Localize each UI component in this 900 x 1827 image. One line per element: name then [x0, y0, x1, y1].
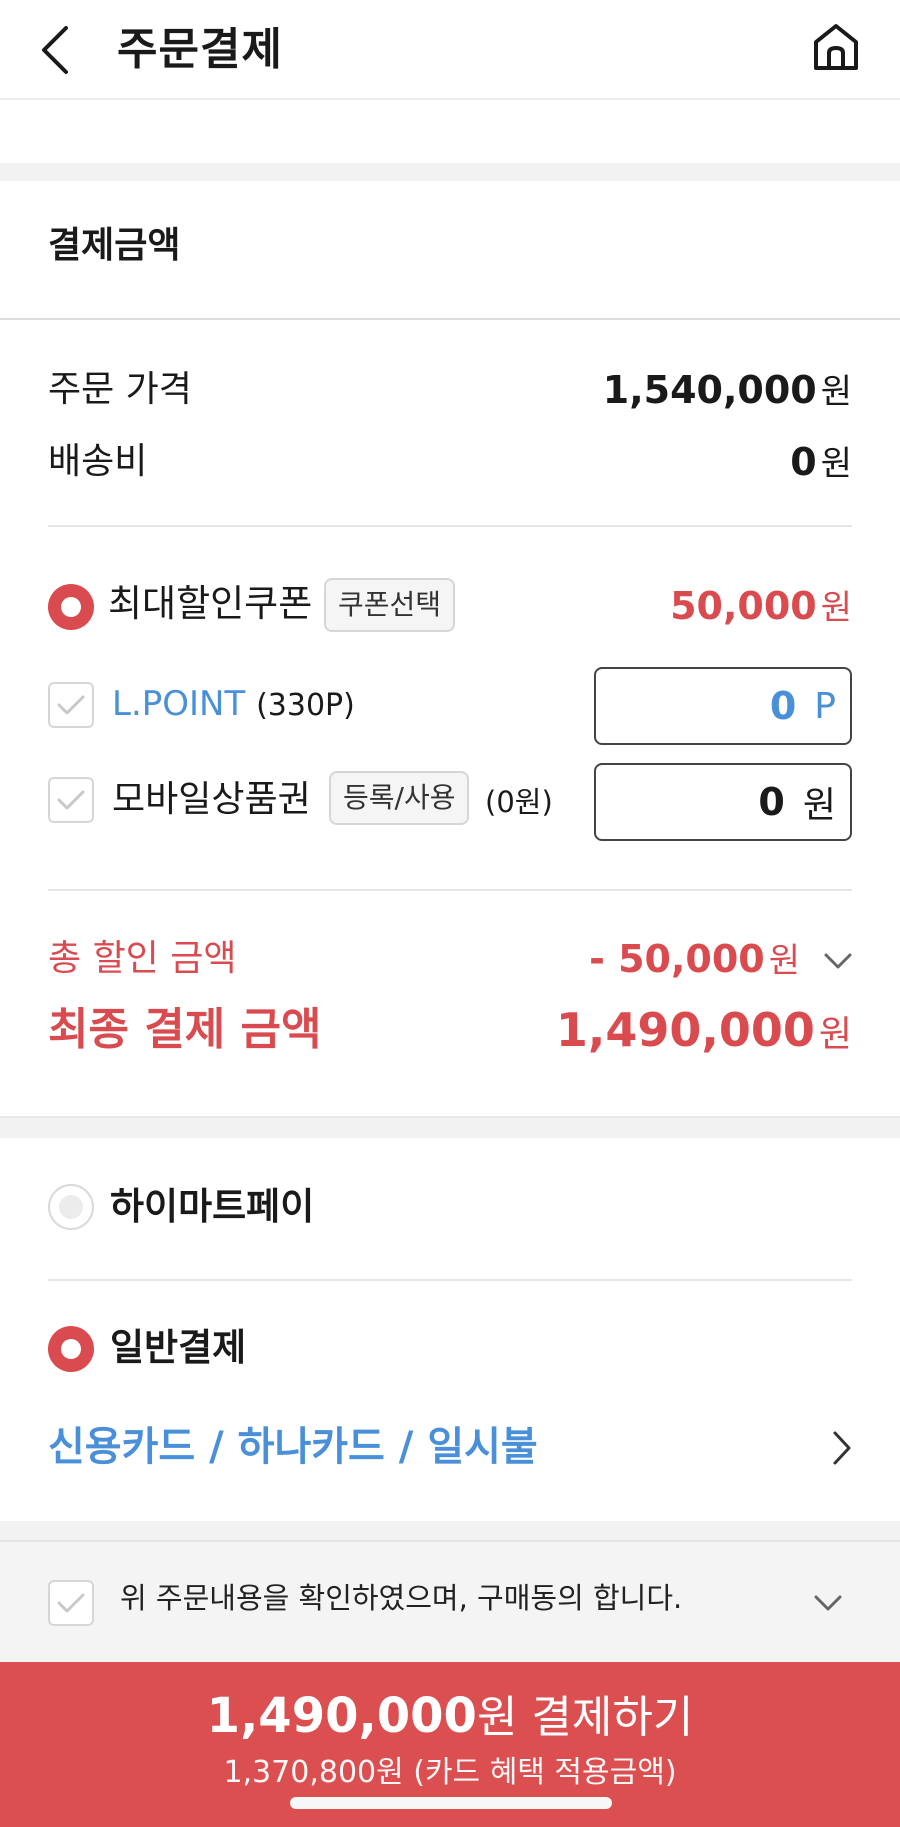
section-separator [0, 163, 900, 181]
pay-button-label[interactable]: 1,490,000원 결제하기 [0, 1686, 900, 1748]
lpoint-balance: (330P) [256, 688, 355, 723]
chevron-left-icon [42, 26, 68, 74]
divider [48, 1279, 852, 1281]
total-discount-amount: - 50,000 [589, 937, 765, 981]
agreement-expand-toggle[interactable] [812, 1592, 844, 1614]
chevron-right-icon [833, 1431, 851, 1465]
himart-pay-label[interactable]: 하이마트페이 [110, 1182, 314, 1232]
order-price-amount: 1,540,000 [602, 368, 817, 412]
giftcard-register-button[interactable]: 등록/사용 [329, 771, 470, 825]
back-button[interactable] [30, 20, 80, 80]
giftcard-unit: 원 [802, 785, 836, 826]
checkmark-icon [57, 790, 85, 810]
card-selection-arrow[interactable] [830, 1428, 854, 1468]
final-amount-value: 1,490,000 원 [556, 1000, 852, 1065]
coupon-label: 최대할인쿠폰 [108, 582, 313, 625]
lpoint-input-value: 0 [769, 684, 797, 728]
total-discount-label: 총 할인 금액 [48, 938, 237, 979]
section-separator [0, 1116, 900, 1138]
shipping-amount: 0 [790, 440, 817, 484]
card-selection-link[interactable]: 신용카드 / 하나카드 / 일시불 [48, 1420, 538, 1474]
top-app-bar: 주문결제 [0, 0, 900, 100]
chevron-down-icon [814, 1595, 842, 1611]
divider [48, 525, 852, 527]
giftcard-checkbox[interactable] [48, 777, 94, 823]
coupon-discount-value: 50,000 원 [670, 582, 852, 632]
chevron-down-icon [824, 953, 852, 969]
final-amount: 1,490,000 [555, 1003, 815, 1057]
agreement-checkbox[interactable] [48, 1580, 94, 1626]
shipping-value: 0원 [790, 438, 852, 488]
total-discount-value: - 50,000 원 [589, 935, 800, 985]
himart-pay-radio[interactable] [48, 1184, 94, 1230]
divider [0, 318, 900, 320]
currency-unit: 원 [820, 444, 852, 484]
coupon-select-button[interactable]: 쿠폰선택 [324, 578, 456, 632]
lpoint-unit: P [814, 685, 836, 727]
lpoint-label: L.POINT [112, 684, 246, 724]
currency-unit: 원 [818, 1014, 852, 1055]
section-separator [0, 1521, 900, 1540]
lpoint-input[interactable]: 0 P [594, 667, 852, 745]
agreement-text: 위 주문내용을 확인하였으며, 구매동의 합니다. [120, 1581, 683, 1615]
final-amount-label: 최종 결제 금액 [48, 1004, 322, 1055]
giftcard-label: 모바일상품권 [112, 779, 311, 820]
coupon-amount: 50,000 [670, 584, 817, 628]
currency-unit: 원 [768, 941, 800, 981]
general-payment-label[interactable]: 일반결제 [110, 1323, 246, 1373]
home-button[interactable] [804, 14, 868, 78]
giftcard-input-value: 0 [758, 780, 785, 824]
giftcard-input[interactable]: 0 원 [594, 763, 852, 841]
lpoint-row-label: L.POINT (330P) [112, 680, 355, 730]
home-icon [814, 24, 858, 70]
pay-button-subtext: 1,370,800원 (카드 혜택 적용금액) [223, 1755, 677, 1790]
coupon-radio-selected[interactable] [48, 584, 94, 630]
order-price-label: 주문 가격 [48, 369, 192, 410]
lpoint-checkbox[interactable] [48, 682, 94, 728]
payment-amount-heading: 결제금액 [48, 225, 181, 266]
general-payment-radio-selected[interactable] [48, 1326, 94, 1372]
currency-unit: 원 [820, 588, 852, 628]
pay-button-suffix: 원 결제하기 [476, 1692, 694, 1743]
discount-detail-toggle[interactable] [822, 950, 854, 972]
currency-unit: 원 [820, 372, 852, 412]
divider [48, 889, 852, 891]
shipping-label: 배송비 [48, 441, 148, 482]
page-title: 주문결제 [117, 24, 283, 75]
checkmark-icon [57, 1593, 85, 1613]
order-price-value: 1,540,000 원 [603, 366, 852, 416]
checkmark-icon [57, 695, 85, 715]
home-indicator [290, 1797, 612, 1809]
giftcard-balance: (0원) [485, 785, 553, 819]
pay-button-amount: 1,490,000 [206, 1688, 477, 1744]
